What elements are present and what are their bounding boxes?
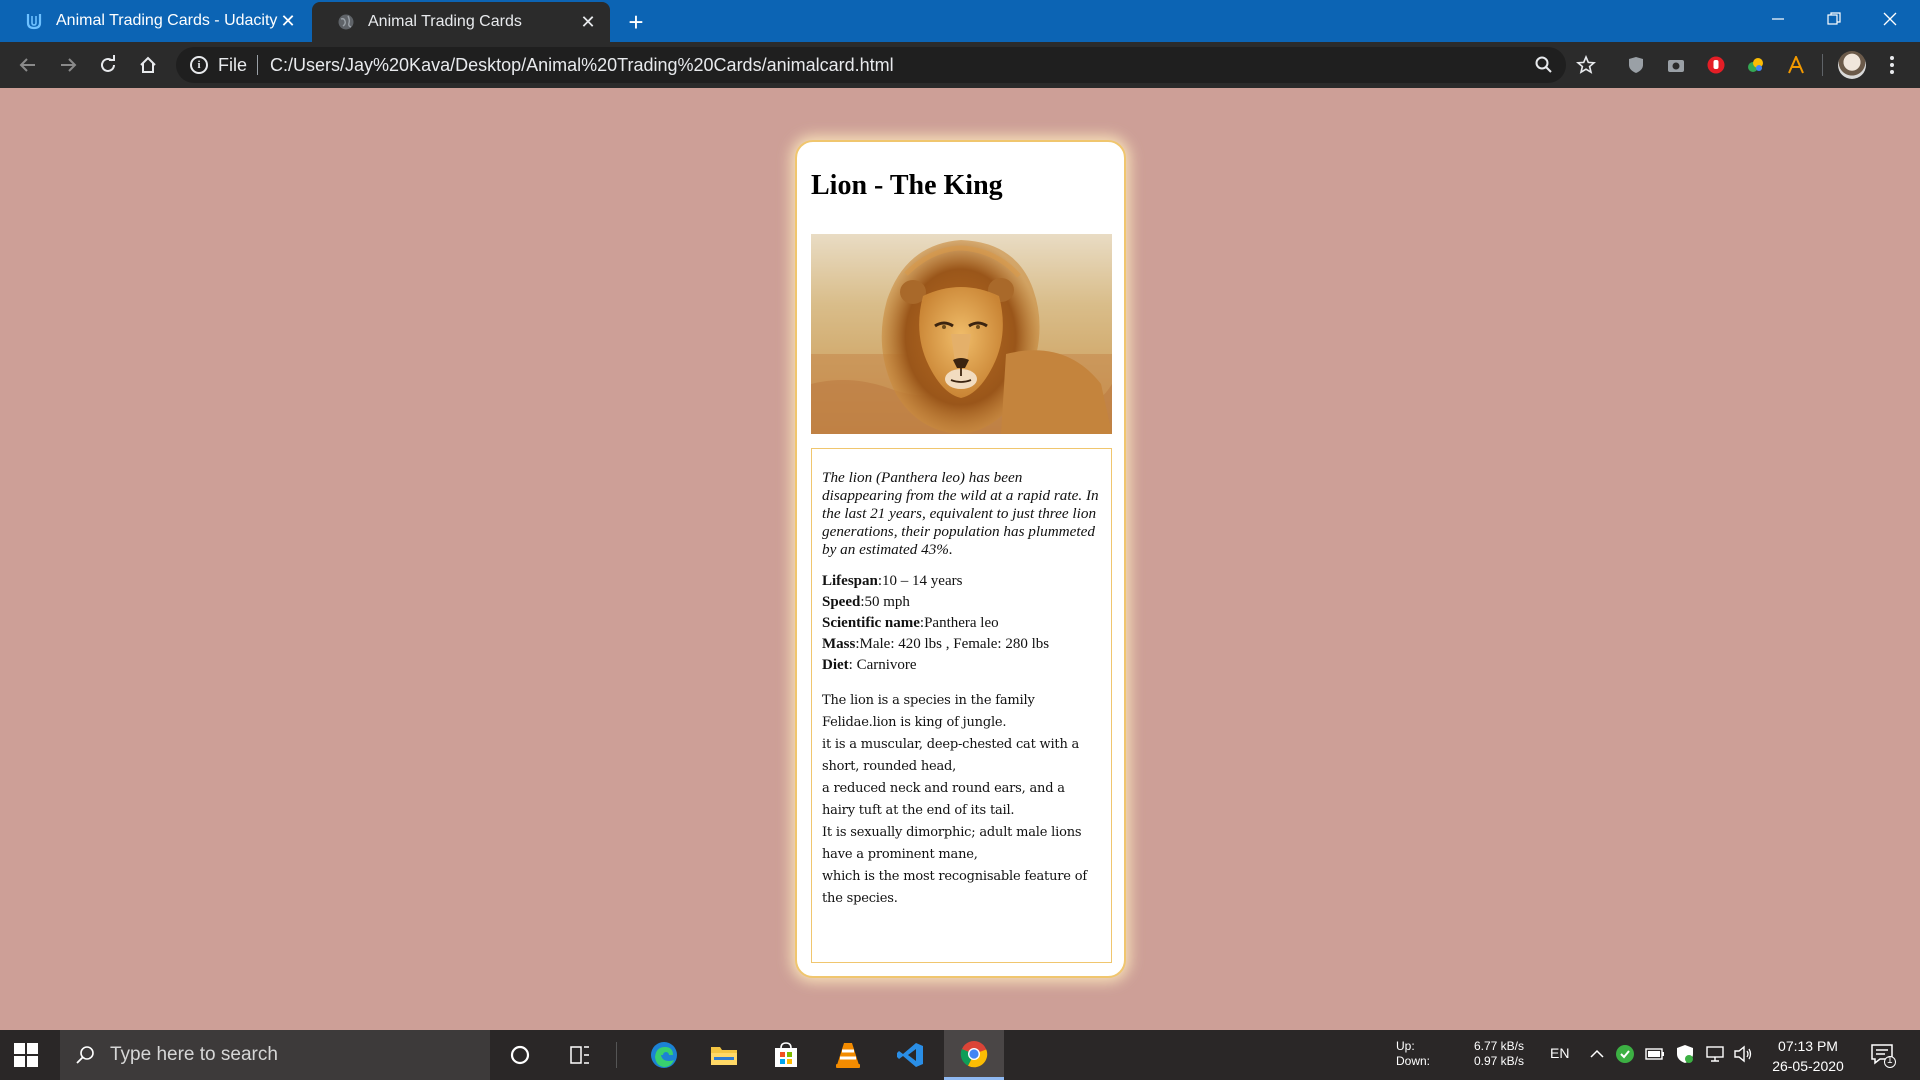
upload-label: Up:: [1396, 1039, 1415, 1053]
battery-icon[interactable]: [1644, 1043, 1666, 1065]
home-icon[interactable]: [132, 49, 164, 81]
extension-a-icon[interactable]: [1785, 54, 1807, 76]
zoom-icon[interactable]: [1532, 53, 1556, 77]
bookmark-star-icon[interactable]: [1574, 53, 1598, 77]
udacity-icon: [24, 11, 44, 31]
browser-titlebar: Animal Trading Cards - Udacity ✕ Animal …: [0, 0, 1920, 42]
description-line: it is a muscular, deep-chested cat with …: [822, 737, 1080, 752]
fact-speed: Speed:50 mph: [822, 592, 1101, 613]
browser-toolbar: i File C:/Users/Jay%20Kava/Desktop/Anima…: [0, 42, 1920, 88]
fact-value: Male: 420 lbs , Female: 280 lbs: [859, 636, 1050, 652]
task-view-icon[interactable]: [552, 1030, 608, 1080]
card-title: Lion - The King: [811, 170, 1003, 201]
page-viewport: Lion - The King The lion (Panthera leo) …: [0, 88, 1920, 1030]
download-label: Down:: [1396, 1054, 1431, 1068]
fact-value: Carnivore: [856, 657, 917, 673]
url-divider: [257, 55, 259, 75]
close-icon[interactable]: ✕: [278, 11, 298, 31]
chevron-up-icon[interactable]: [1586, 1043, 1608, 1065]
notification-count: 1: [1887, 1055, 1893, 1066]
fact-lifespan: Lifespan:10 – 14 years: [822, 571, 1101, 592]
tab-title: Animal Trading Cards: [368, 13, 522, 30]
avatar[interactable]: [1838, 51, 1866, 79]
menu-icon[interactable]: [1882, 51, 1902, 79]
vscode-icon[interactable]: [882, 1030, 938, 1080]
animal-card: Lion - The King The lion (Panthera leo) …: [795, 140, 1126, 978]
description-line: a reduced neck and round ears, and a: [822, 781, 1065, 796]
description-line: hairy tuft at the end of its tail.: [822, 803, 1015, 818]
fact-separator: :: [848, 657, 857, 673]
store-icon[interactable]: [758, 1030, 814, 1080]
clock[interactable]: 07:13 PM 26-05-2020: [1760, 1036, 1856, 1076]
extension-camera-icon[interactable]: [1665, 54, 1687, 76]
sync-icon[interactable]: [1614, 1043, 1636, 1065]
info-icon[interactable]: i: [190, 56, 208, 74]
file-explorer-icon[interactable]: [696, 1030, 752, 1080]
taskbar-divider: [616, 1042, 617, 1068]
fact-diet: Diet: Carnivore: [822, 655, 1101, 676]
notification-icon[interactable]: 1: [1870, 1042, 1896, 1068]
fact-value: 50 mph: [864, 594, 910, 610]
globe-icon: [336, 12, 356, 32]
vlc-icon[interactable]: [820, 1030, 876, 1080]
info-box: The lion (Panthera leo) has been disappe…: [811, 448, 1112, 963]
language-indicator[interactable]: EN: [1550, 1045, 1569, 1061]
extension-color-icon[interactable]: [1745, 54, 1767, 76]
lion-image: [811, 234, 1112, 434]
reload-icon[interactable]: [92, 49, 124, 81]
cortana-icon[interactable]: [492, 1030, 548, 1080]
url-text[interactable]: C:/Users/Jay%20Kava/Desktop/Animal%20Tra…: [270, 55, 894, 76]
network-speed: Up: 6.77 kB/s Down: 0.97 kB/s: [1396, 1039, 1524, 1069]
fact-scientific-name: Scientific name:Panthera leo: [822, 613, 1101, 634]
windows-taskbar: Type here to search Up: 6.77 kB/s Down: 0.…: [0, 1030, 1920, 1080]
description-line: short, rounded head,: [822, 759, 957, 774]
volume-icon[interactable]: [1732, 1043, 1754, 1065]
upload-value: 6.77 kB/s: [1473, 1039, 1524, 1053]
restore-button[interactable]: [1806, 0, 1862, 38]
description-line: have a prominent mane,: [822, 847, 978, 862]
extension-hand-icon[interactable]: [1705, 54, 1727, 76]
minimize-button[interactable]: [1750, 0, 1806, 38]
clock-date: 26-05-2020: [1772, 1058, 1844, 1074]
fact-label: Lifespan: [822, 573, 878, 589]
description-line: the species.: [822, 891, 898, 906]
url-scheme: File: [218, 54, 248, 75]
network-icon[interactable]: [1704, 1043, 1726, 1065]
toolbar-divider: [1822, 54, 1823, 76]
description-line: The lion is a species in the family: [822, 693, 1035, 708]
fact-label: Diet: [822, 657, 849, 673]
fact-value: Panthera leo: [924, 615, 999, 631]
description-line: Felidae.lion is king of jungle.: [822, 715, 1007, 730]
fact-label: Mass: [822, 636, 856, 652]
back-icon[interactable]: [12, 49, 44, 81]
description-line: which is the most recognisable feature o…: [822, 869, 1087, 884]
tab-udacity[interactable]: Animal Trading Cards - Udacity ✕: [0, 0, 310, 42]
address-bar[interactable]: i File C:/Users/Jay%20Kava/Desktop/Anima…: [176, 47, 1566, 83]
extension-shield-icon[interactable]: [1625, 54, 1647, 76]
taskbar-search-input[interactable]: Type here to search: [60, 1030, 490, 1080]
forward-icon[interactable]: [52, 49, 84, 81]
fact-value: 10 – 14 years: [882, 573, 963, 589]
clock-time: 07:13 PM: [1778, 1038, 1838, 1054]
search-placeholder: Type here to search: [110, 1044, 278, 1065]
security-icon[interactable]: [1674, 1043, 1696, 1065]
edge-icon[interactable]: [636, 1030, 692, 1080]
close-window-button[interactable]: [1862, 0, 1918, 38]
fact-label: Speed: [822, 594, 861, 610]
tab-animal-trading-cards[interactable]: Animal Trading Cards ✕: [312, 2, 610, 42]
description-line: It is sexually dimorphic; adult male lio…: [822, 825, 1082, 840]
windows-start-icon[interactable]: [14, 1043, 38, 1067]
fact-mass: Mass:Male: 420 lbs , Female: 280 lbs: [822, 634, 1101, 655]
intro-text: The lion (Panthera leo) has been disappe…: [822, 469, 1099, 558]
chrome-icon[interactable]: [944, 1030, 1004, 1080]
fact-label: Scientific name: [822, 615, 920, 631]
close-icon[interactable]: ✕: [578, 12, 598, 32]
description-text: The lion is a species in the family Feli…: [822, 690, 1101, 910]
tab-title: Animal Trading Cards - Udacity: [56, 12, 278, 29]
search-icon: [74, 1043, 98, 1067]
download-value: 0.97 kB/s: [1473, 1054, 1524, 1068]
new-tab-button[interactable]: +: [620, 6, 652, 38]
